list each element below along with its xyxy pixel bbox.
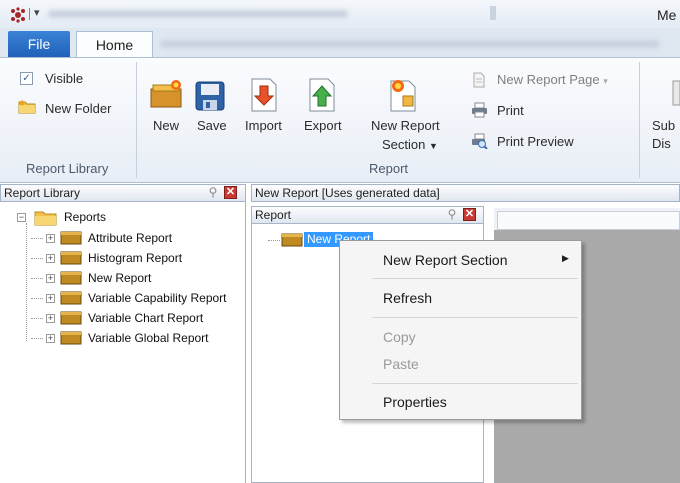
document-title: New Report [Uses generated data] (255, 186, 440, 200)
new-report-section-icon[interactable] (385, 78, 419, 112)
new-folder-button[interactable]: New Folder (45, 101, 111, 116)
tree-line (31, 278, 43, 280)
print-button[interactable]: Print (497, 103, 524, 118)
tree-item[interactable]: New Report (88, 271, 151, 285)
expand-icon[interactable]: + (46, 294, 55, 303)
report-panel-title: Report (255, 208, 292, 222)
expand-icon[interactable]: + (46, 254, 55, 263)
quick-access-separator (29, 8, 30, 20)
new-report-page-button: New Report Page ▾ (497, 72, 608, 87)
tree-item[interactable]: Variable Chart Report (88, 311, 203, 325)
new-report-icon[interactable] (149, 79, 185, 113)
cut-off-label-2[interactable]: Dis (652, 136, 671, 151)
save-button[interactable]: Save (197, 118, 227, 133)
menu-item-paste: Paste (383, 356, 419, 372)
document-inner-tab[interactable] (497, 211, 680, 230)
tree-line (31, 238, 43, 240)
tree-line (26, 223, 28, 341)
quick-access-dropdown-icon[interactable]: ▾ (34, 6, 40, 19)
tab-file[interactable]: File (8, 31, 70, 58)
report-book-icon (60, 271, 82, 285)
blurred-tabs (160, 40, 660, 48)
report-book-icon (60, 231, 82, 245)
menu-separator (372, 278, 578, 279)
tree-line (31, 318, 43, 320)
print-preview-button[interactable]: Print Preview (497, 134, 574, 149)
tree-item[interactable]: Histogram Report (88, 251, 182, 265)
new-report-section-label-2-text: Section (382, 137, 426, 152)
new-page-icon (471, 72, 487, 88)
report-book-icon (60, 251, 82, 265)
tree-line (268, 240, 280, 242)
group-separator (639, 62, 640, 178)
tree-line (31, 338, 43, 340)
menu-separator (372, 383, 578, 384)
print-preview-icon (471, 133, 488, 150)
report-book-icon (60, 311, 82, 325)
menu-separator (372, 317, 578, 318)
dropdown-arrow-icon: ▾ (603, 76, 608, 86)
pin-icon[interactable]: ⚲ (205, 186, 221, 199)
import-icon[interactable] (249, 78, 279, 112)
save-icon[interactable] (194, 80, 226, 112)
window-title: Me (657, 7, 677, 23)
menu-item-refresh[interactable]: Refresh (383, 290, 432, 306)
expand-icon[interactable]: + (46, 314, 55, 323)
cut-off-icon (668, 77, 680, 107)
collapse-icon[interactable]: − (17, 213, 26, 222)
expand-icon[interactable]: + (46, 274, 55, 283)
import-button[interactable]: Import (245, 118, 282, 133)
menu-item-new-report-section[interactable]: New Report Section (383, 252, 508, 268)
export-icon[interactable] (307, 78, 337, 112)
tree-item[interactable]: Variable Global Report (88, 331, 209, 345)
visible-checkbox[interactable]: ✓ (20, 72, 33, 85)
close-icon[interactable]: ✕ (224, 186, 237, 199)
submenu-arrow-icon: ▶ (562, 253, 569, 263)
report-book-icon (60, 291, 82, 305)
menu-item-copy: Copy (383, 329, 416, 345)
app-icon[interactable] (10, 7, 26, 23)
report-library-panel-title: Report Library (4, 186, 81, 200)
pin-icon[interactable]: ⚲ (444, 208, 460, 221)
expand-icon[interactable]: + (46, 234, 55, 243)
tree-item[interactable]: Attribute Report (88, 231, 172, 245)
expand-icon[interactable]: + (46, 334, 55, 343)
folder-icon (34, 208, 58, 226)
report-book-icon (60, 331, 82, 345)
chevron-down-icon: ▼ (429, 141, 438, 151)
tab-home[interactable]: Home (76, 31, 153, 59)
cut-off-label-1[interactable]: Sub (652, 118, 675, 133)
tree-line (31, 258, 43, 260)
visible-label[interactable]: Visible (45, 71, 83, 86)
context-menu: New Report Section ▶ Refresh Copy Paste … (339, 240, 582, 420)
menu-item-properties[interactable]: Properties (383, 394, 447, 410)
group-label-report: Report (369, 161, 409, 176)
blurred-title (48, 10, 348, 18)
tree-root-reports[interactable]: Reports (64, 210, 106, 224)
folder-icon (18, 99, 36, 114)
close-icon[interactable]: ✕ (463, 208, 476, 221)
group-label-report-library: Report Library (26, 161, 109, 176)
print-icon (471, 102, 488, 118)
tree-item[interactable]: Variable Capability Report (88, 291, 227, 305)
document-tab[interactable]: New Report [Uses generated data] (251, 184, 680, 202)
blurred-title-fragment (490, 6, 496, 20)
group-separator (136, 62, 137, 178)
new-report-section-label-2[interactable]: Section ▼ (382, 137, 438, 152)
new-report-section-label-1[interactable]: New Report (371, 118, 440, 133)
report-book-icon (281, 233, 303, 247)
tree-line (31, 298, 43, 300)
export-button[interactable]: Export (304, 118, 342, 133)
new-button[interactable]: New (153, 118, 179, 133)
new-report-page-label: New Report Page (497, 72, 600, 87)
